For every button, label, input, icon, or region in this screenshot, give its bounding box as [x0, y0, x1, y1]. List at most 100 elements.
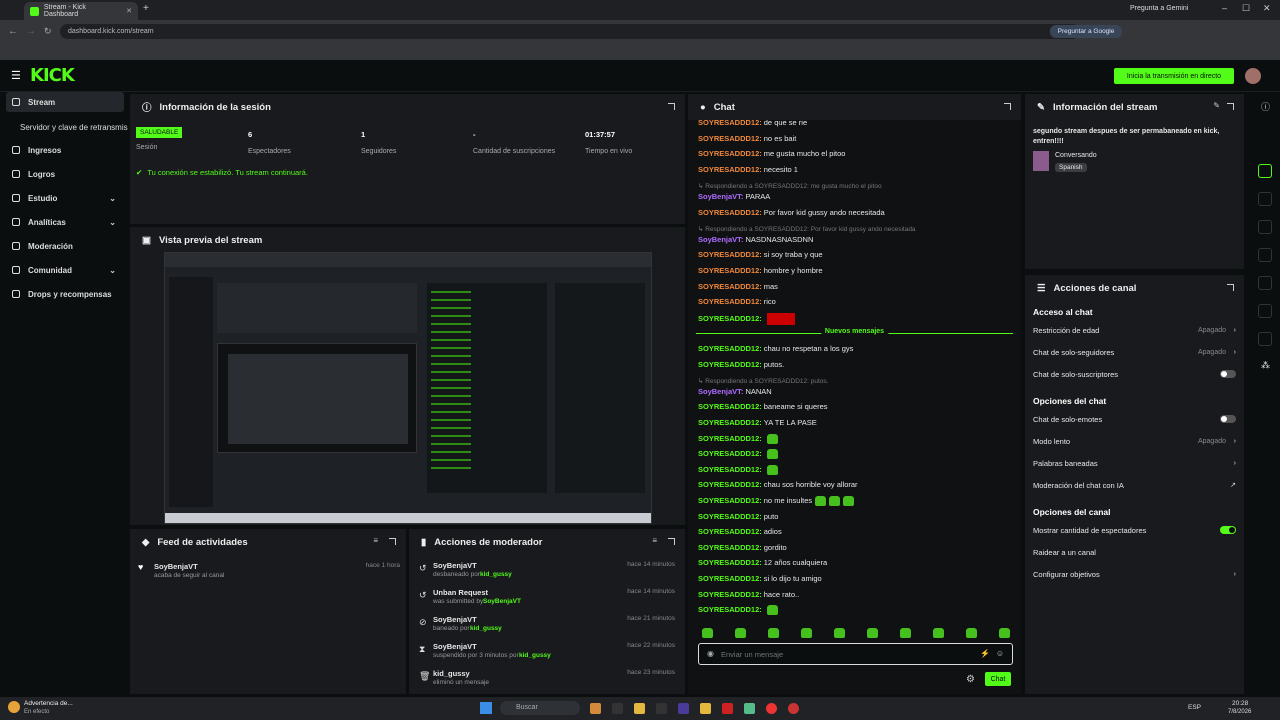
- emote-icon[interactable]: [801, 628, 812, 638]
- chat-username[interactable]: SoyBenjaVT:: [698, 235, 743, 244]
- chat-username[interactable]: SOYRESADDD12:: [698, 282, 762, 291]
- chat-input[interactable]: [721, 648, 961, 660]
- emote-icon[interactable]: [834, 628, 845, 638]
- channel-setting-row[interactable]: Palabras baneadas ›: [1033, 456, 1236, 470]
- chat-username[interactable]: SOYRESADDD12:: [698, 120, 762, 127]
- chat-username[interactable]: SOYRESADDD12:: [698, 512, 762, 521]
- gemini-button[interactable]: Pregunta a Gemini: [1130, 5, 1188, 12]
- expand-icon[interactable]: [1227, 284, 1234, 291]
- chat-username[interactable]: SOYRESADDD12:: [698, 208, 762, 217]
- channel-setting-row[interactable]: Chat de solo-seguidores Apagado ›: [1033, 345, 1236, 359]
- mod-action-title[interactable]: Unban Request: [433, 588, 488, 597]
- emote-icon[interactable]: [966, 628, 977, 638]
- emote-icon[interactable]: [867, 628, 878, 638]
- chat-username[interactable]: SOYRESADDD12:: [698, 449, 762, 458]
- edit-icon[interactable]: ✎: [1213, 101, 1220, 110]
- chat-username[interactable]: SOYRESADDD12:: [698, 605, 762, 614]
- browser-tab[interactable]: Stream - Kick Dashboard ✕: [24, 2, 138, 20]
- chat-username[interactable]: SOYRESADDD12:: [698, 434, 762, 443]
- tool-icon[interactable]: [1258, 276, 1272, 290]
- chat-username[interactable]: SOYRESADDD12:: [698, 574, 762, 583]
- chrome-icon[interactable]: [766, 703, 777, 714]
- channel-setting-row[interactable]: Raidear a un canal: [1033, 545, 1236, 559]
- emote-icon[interactable]: [900, 628, 911, 638]
- clock-time[interactable]: 20:28: [1232, 700, 1248, 707]
- mod-action-title[interactable]: SoyBenjaVT: [433, 642, 477, 651]
- emote-icon[interactable]: [933, 628, 944, 638]
- taskbar-search[interactable]: Buscar: [500, 701, 580, 715]
- forward-icon[interactable]: →: [26, 26, 36, 37]
- toggle-switch[interactable]: [1220, 415, 1236, 423]
- notice-title[interactable]: Advertencia de...: [24, 700, 73, 707]
- tool-icon[interactable]: [1258, 248, 1272, 262]
- mod-action-actor[interactable]: kid_gussy: [519, 652, 551, 659]
- app-icon[interactable]: [744, 703, 755, 714]
- chat-username[interactable]: SOYRESADDD12:: [698, 134, 762, 143]
- settings-gear-icon[interactable]: ⚙: [966, 674, 975, 685]
- expand-icon[interactable]: [668, 103, 675, 110]
- url-field[interactable]: dashboard.kick.com/stream: [60, 24, 1080, 39]
- chat-username[interactable]: SOYRESADDD12:: [698, 297, 762, 306]
- close-window-icon[interactable]: ✕: [1263, 3, 1271, 14]
- sidebar-item-drops[interactable]: Drops y recompensas: [6, 284, 124, 304]
- chat-username[interactable]: SoyBenjaVT:: [698, 192, 743, 201]
- mod-action-actor[interactable]: kid_gussy: [480, 571, 512, 578]
- new-tab-icon[interactable]: +: [143, 3, 149, 14]
- chat-username[interactable]: SOYRESADDD12:: [698, 527, 762, 536]
- chat-username[interactable]: SOYRESADDD12:: [698, 360, 762, 369]
- app-icon[interactable]: [590, 703, 601, 714]
- channel-setting-row[interactable]: Configurar objetivos ›: [1033, 567, 1236, 581]
- chat-username[interactable]: SOYRESADDD12:: [698, 266, 762, 275]
- mod-action-title[interactable]: SoyBenjaVT: [433, 615, 477, 624]
- tool-icon[interactable]: [1258, 332, 1272, 346]
- emote-icon[interactable]: [999, 628, 1010, 638]
- filter-icon[interactable]: ≡: [373, 536, 378, 545]
- chat-username[interactable]: SOYRESADDD12:: [698, 250, 762, 259]
- send-chat-button[interactable]: Chat: [985, 672, 1011, 686]
- shortcut-icon[interactable]: ⚡: [980, 649, 990, 658]
- go-live-button[interactable]: Inicia la transmisión en directo: [1114, 68, 1234, 84]
- channel-setting-row[interactable]: Modo lento Apagado ›: [1033, 434, 1236, 448]
- channel-setting-row[interactable]: Restricción de edad Apagado ›: [1033, 323, 1236, 337]
- feed-user[interactable]: SoyBenjaVT: [154, 562, 198, 571]
- close-tab-icon[interactable]: ✕: [126, 7, 132, 15]
- sidebar-item-server-key[interactable]: Servidor y clave de retransmisión: [6, 117, 128, 137]
- folder-icon[interactable]: [634, 703, 645, 714]
- tool-icon[interactable]: [1258, 304, 1272, 318]
- windows-start-icon[interactable]: [480, 702, 492, 714]
- chat-username[interactable]: SoyBenjaVT:: [698, 387, 743, 396]
- channel-setting-row[interactable]: Chat de solo-suscriptores: [1033, 367, 1236, 381]
- expand-icon[interactable]: [1004, 103, 1011, 110]
- chat-username[interactable]: SOYRESADDD12:: [698, 149, 762, 158]
- sidebar-item-stream[interactable]: Stream: [6, 92, 124, 112]
- app-icon[interactable]: [722, 703, 733, 714]
- chat-username[interactable]: SOYRESADDD12:: [698, 496, 762, 505]
- category-name[interactable]: Conversando: [1055, 152, 1097, 159]
- toggle-switch[interactable]: [1220, 370, 1236, 378]
- menu-icon[interactable]: ☰: [11, 69, 21, 82]
- back-icon[interactable]: ←: [8, 26, 18, 37]
- expand-icon[interactable]: [1227, 103, 1234, 110]
- emote-icon[interactable]: [768, 628, 779, 638]
- mod-action-actor[interactable]: SoyBenjaVT: [483, 598, 521, 605]
- expand-icon[interactable]: [668, 538, 675, 545]
- filter-icon[interactable]: ≡: [652, 536, 657, 545]
- app-icon[interactable]: [788, 703, 799, 714]
- toggle-switch[interactable]: [1220, 526, 1236, 534]
- chat-username[interactable]: SOYRESADDD12:: [698, 558, 762, 567]
- app-icon[interactable]: [656, 703, 667, 714]
- tool-icon[interactable]: [1258, 164, 1272, 178]
- channel-setting-row[interactable]: Moderación del chat con IA ↗: [1033, 478, 1236, 492]
- emote-icon[interactable]: [735, 628, 746, 638]
- sidebar-item-moderacion[interactable]: Moderación: [6, 236, 124, 256]
- app-icon[interactable]: [678, 703, 689, 714]
- chat-username[interactable]: SOYRESADDD12:: [698, 314, 762, 323]
- app-icon[interactable]: [612, 703, 623, 714]
- info-icon[interactable]: ⓘ: [1261, 100, 1270, 113]
- tool-icon[interactable]: [1258, 192, 1272, 206]
- expand-icon[interactable]: [389, 538, 396, 545]
- language-indicator[interactable]: ESP: [1188, 704, 1201, 711]
- reload-icon[interactable]: ↻: [44, 26, 52, 37]
- emote-icon[interactable]: [702, 628, 713, 638]
- mod-action-title[interactable]: kid_gussy: [433, 669, 470, 678]
